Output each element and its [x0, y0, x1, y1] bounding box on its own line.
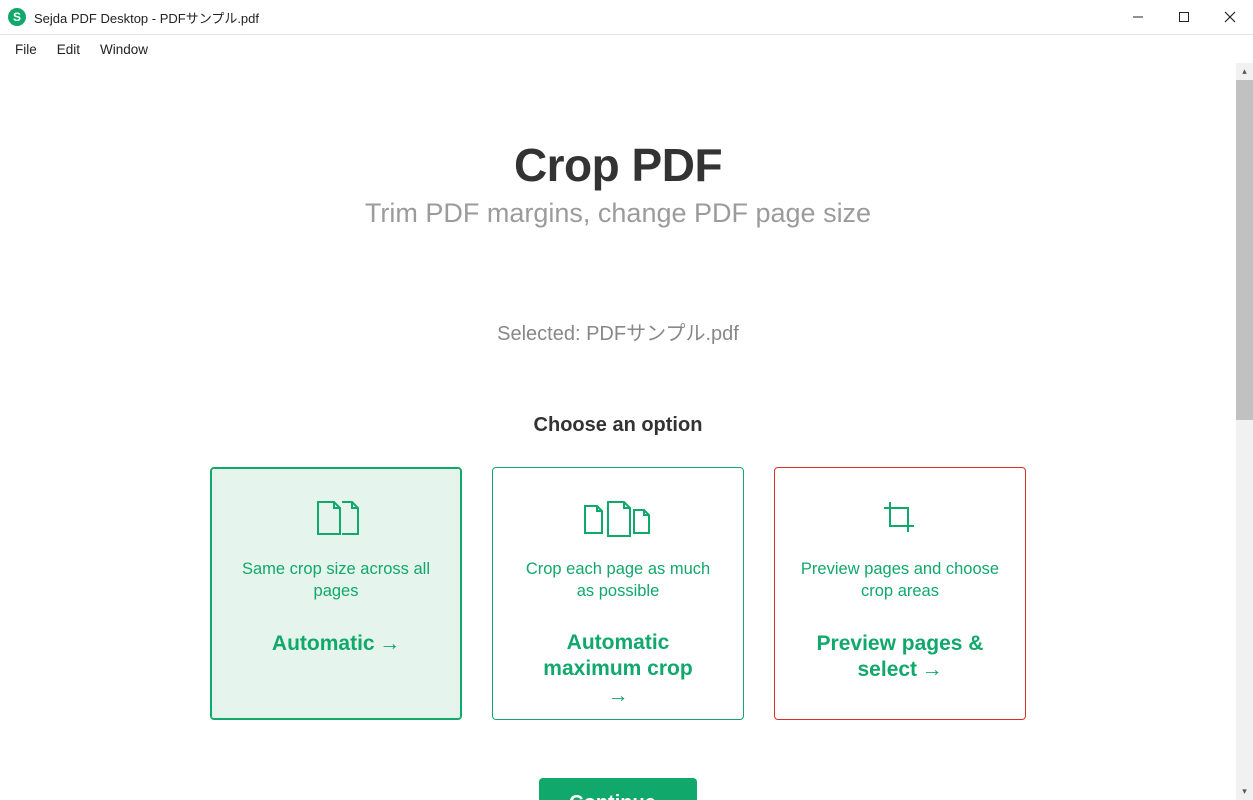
option-automatic[interactable]: Same crop size across all pages Automati…	[210, 467, 462, 720]
window-title: Sejda PDF Desktop - PDFサンプル.pdf	[34, 8, 259, 27]
menu-bar: File Edit Window	[0, 35, 1253, 63]
chevron-right-icon: ›	[662, 795, 667, 800]
arrow-right-icon: →	[608, 684, 629, 707]
option-automatic-maximum-crop[interactable]: Crop each page as much as possible Autom…	[492, 467, 744, 720]
vertical-scrollbar[interactable]: ▴ ▾	[1236, 63, 1253, 800]
option-preview-select[interactable]: Preview pages and choose crop areas Prev…	[774, 467, 1026, 720]
continue-button[interactable]: Continue ›	[539, 778, 697, 800]
window-controls	[1115, 0, 1253, 34]
option-desc: Crop each page as much as possible	[515, 558, 721, 602]
main-content: Crop PDF Trim PDF margins, change PDF pa…	[0, 63, 1236, 800]
scroll-up-arrow-icon[interactable]: ▴	[1236, 63, 1253, 80]
content-viewport: Crop PDF Trim PDF margins, change PDF pa…	[0, 63, 1253, 800]
window-titlebar: S Sejda PDF Desktop - PDFサンプル.pdf	[0, 0, 1253, 35]
menu-edit[interactable]: Edit	[48, 39, 89, 60]
maximize-button[interactable]	[1161, 0, 1207, 34]
page-title: Crop PDF	[514, 138, 722, 192]
option-desc: Same crop size across all pages	[233, 558, 439, 603]
minimize-button[interactable]	[1115, 0, 1161, 34]
close-button[interactable]	[1207, 0, 1253, 34]
option-desc: Preview pages and choose crop areas	[797, 558, 1003, 603]
page-subtitle: Trim PDF margins, change PDF page size	[365, 198, 871, 229]
arrow-right-icon: →	[922, 658, 943, 681]
option-title-row: Preview pages & select →	[797, 631, 1003, 684]
option-title: Automatic	[272, 632, 375, 655]
arrow-right-icon: →	[379, 632, 400, 655]
selected-file-label: Selected: PDFサンプル.pdf	[497, 317, 739, 346]
selected-filename: PDFサンプル.pdf	[586, 323, 739, 345]
continue-label: Continue	[569, 792, 656, 800]
option-title-row: Automatic →	[272, 631, 400, 657]
option-title: Automatic maximum crop	[543, 631, 692, 680]
option-title-row: Automatic maximum crop →	[515, 630, 721, 709]
menu-file[interactable]: File	[6, 39, 46, 60]
app-icon: S	[8, 8, 26, 26]
scroll-down-arrow-icon[interactable]: ▾	[1236, 783, 1253, 800]
selected-prefix: Selected:	[497, 323, 586, 345]
crop-icon	[880, 498, 920, 538]
choose-option-heading: Choose an option	[534, 414, 703, 437]
menu-window[interactable]: Window	[91, 39, 157, 60]
documents-multi-icon	[581, 498, 655, 538]
option-title: Preview pages & select	[817, 632, 984, 681]
options-row: Same crop size across all pages Automati…	[210, 467, 1026, 720]
scroll-thumb[interactable]	[1236, 80, 1253, 420]
documents-icon	[306, 498, 366, 538]
